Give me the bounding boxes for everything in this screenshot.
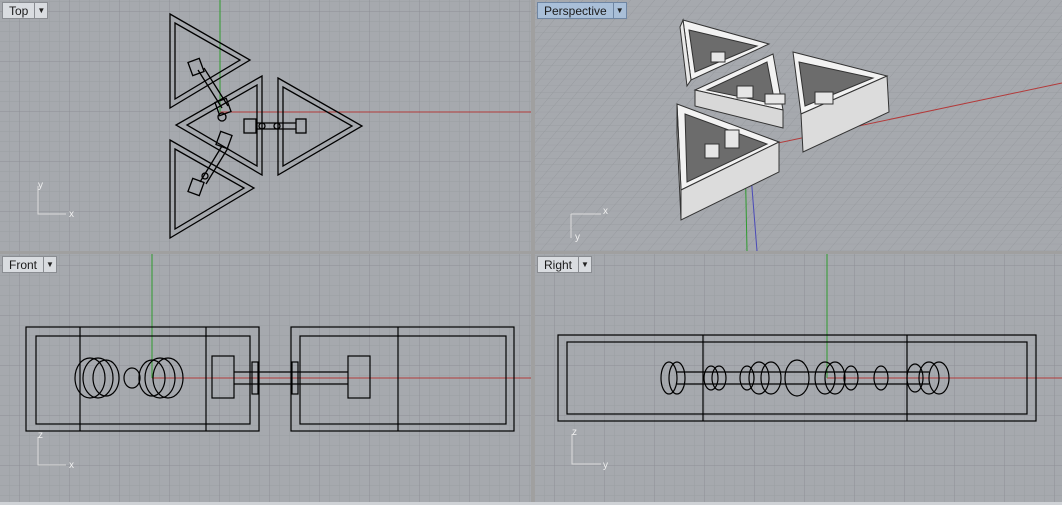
axis-label-x: x	[603, 206, 608, 217]
chevron-down-icon[interactable]: ▼	[34, 2, 49, 19]
axis-label-y: y	[603, 460, 608, 471]
viewport-front[interactable]: z x Front ▼	[0, 254, 531, 502]
axis-label-z: z	[572, 427, 577, 438]
viewport-tab-top[interactable]: Top ▼	[2, 2, 49, 19]
viewport-tab-right[interactable]: Right ▼	[537, 256, 593, 273]
viewport-perspective-canvas: x y	[535, 0, 1062, 251]
chevron-down-icon[interactable]: ▼	[43, 256, 58, 273]
viewport-right[interactable]: z y Right ▼	[535, 254, 1062, 502]
chevron-down-icon[interactable]: ▼	[578, 256, 593, 273]
axis-label-y: y	[575, 232, 580, 243]
viewport-right-canvas: z y	[535, 254, 1062, 502]
axis-label-x: x	[69, 209, 74, 220]
axis-label-y: y	[38, 180, 43, 191]
viewport-title[interactable]: Top	[2, 2, 35, 19]
axis-label-z: z	[38, 430, 43, 441]
viewport-title[interactable]: Right	[537, 256, 579, 273]
grid	[535, 0, 1062, 251]
viewport-top[interactable]: y x Top ▼	[0, 0, 531, 251]
axis-label-x: x	[69, 460, 74, 471]
viewport-top-canvas: y x	[0, 0, 531, 251]
viewport-perspective[interactable]: x y Perspective ▼	[535, 0, 1062, 251]
viewport-title[interactable]: Perspective	[537, 2, 613, 19]
viewport-tab-front[interactable]: Front ▼	[2, 256, 58, 273]
chevron-down-icon[interactable]: ▼	[612, 2, 627, 19]
viewport-tab-perspective[interactable]: Perspective ▼	[537, 2, 627, 19]
viewport-title[interactable]: Front	[2, 256, 44, 273]
viewport-front-canvas: z x	[0, 254, 531, 502]
